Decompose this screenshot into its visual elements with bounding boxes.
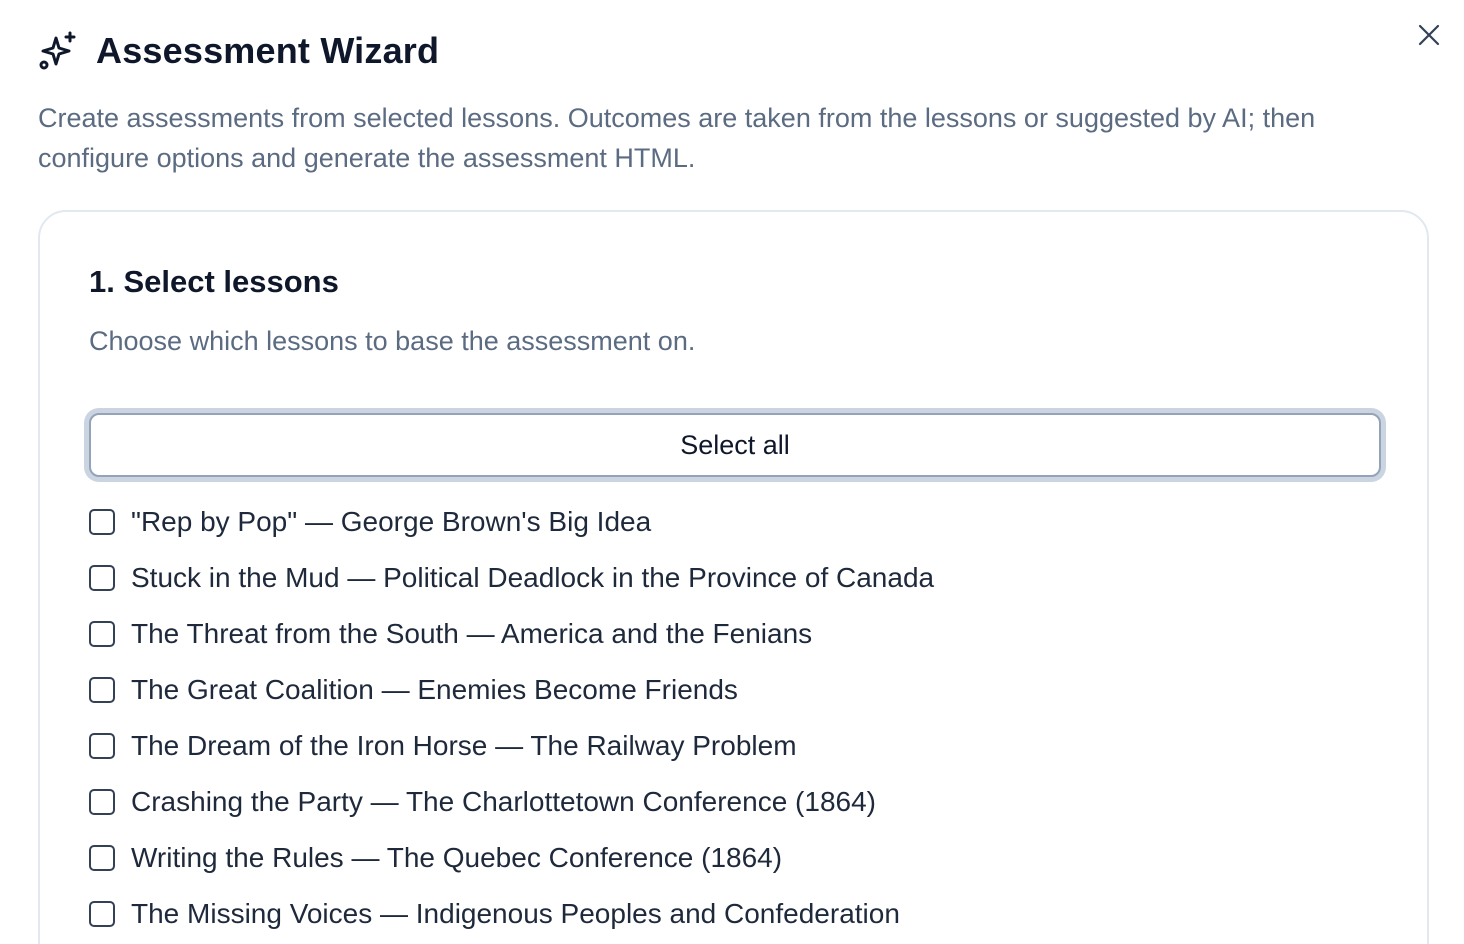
lesson-item[interactable]: Crashing the Party — The Charlottetown C…: [89, 774, 1379, 830]
lesson-checkbox[interactable]: [89, 565, 115, 591]
lesson-list: "Rep by Pop" — George Brown's Big Idea S…: [89, 494, 1379, 942]
lesson-checkbox[interactable]: [89, 901, 115, 927]
select-lessons-card: 1. Select lessons Choose which lessons t…: [38, 210, 1429, 944]
dialog-header: Assessment Wizard: [38, 30, 439, 72]
dialog-description: Create assessments from selected lessons…: [38, 103, 1316, 173]
lesson-item[interactable]: The Great Coalition — Enemies Become Fri…: [89, 662, 1379, 718]
lesson-checkbox[interactable]: [89, 789, 115, 815]
step-title: 1. Select lessons: [89, 264, 339, 299]
lesson-label: "Rep by Pop" — George Brown's Big Idea: [131, 506, 652, 537]
lesson-checkbox[interactable]: [89, 677, 115, 703]
close-button[interactable]: [1410, 16, 1448, 54]
lesson-item[interactable]: The Threat from the South — America and …: [89, 606, 1379, 662]
lesson-item[interactable]: Stuck in the Mud — Political Deadlock in…: [89, 550, 1379, 606]
sparkles-icon: [38, 30, 78, 72]
close-icon: [1418, 24, 1440, 46]
step-description: Choose which lessons to base the assessm…: [89, 326, 696, 356]
assessment-wizard-dialog: Assessment Wizard Create assessments fro…: [0, 0, 1464, 944]
lesson-item[interactable]: The Missing Voices — Indigenous Peoples …: [89, 886, 1379, 942]
lesson-label: Crashing the Party — The Charlottetown C…: [131, 786, 876, 817]
select-all-button[interactable]: Select all: [89, 413, 1381, 477]
lesson-label: The Great Coalition — Enemies Become Fri…: [131, 674, 738, 705]
lesson-item[interactable]: "Rep by Pop" — George Brown's Big Idea: [89, 494, 1379, 550]
lesson-label: The Dream of the Iron Horse — The Railwa…: [131, 730, 797, 761]
lesson-label: The Missing Voices — Indigenous Peoples …: [131, 898, 900, 929]
lesson-checkbox[interactable]: [89, 509, 115, 535]
lesson-item[interactable]: The Dream of the Iron Horse — The Railwa…: [89, 718, 1379, 774]
lesson-label: The Threat from the South — America and …: [131, 618, 813, 649]
lesson-label: Stuck in the Mud — Political Deadlock in…: [131, 562, 935, 593]
lesson-item[interactable]: Writing the Rules — The Quebec Conferenc…: [89, 830, 1379, 886]
dialog-title: Assessment Wizard: [96, 30, 440, 71]
lesson-checkbox[interactable]: [89, 733, 115, 759]
lesson-label: Writing the Rules — The Quebec Conferenc…: [131, 842, 783, 873]
lesson-checkbox[interactable]: [89, 621, 115, 647]
lesson-checkbox[interactable]: [89, 845, 115, 871]
